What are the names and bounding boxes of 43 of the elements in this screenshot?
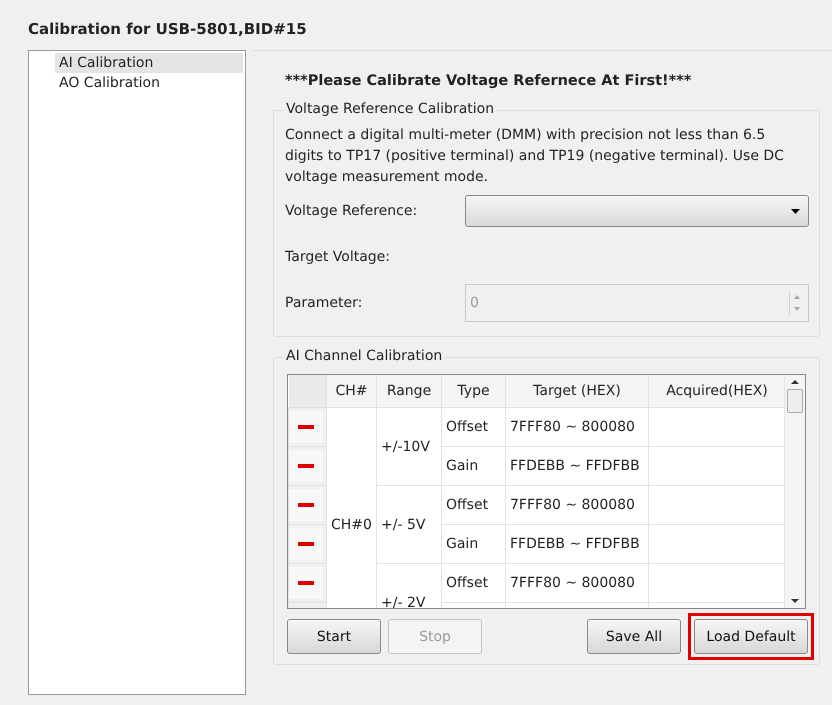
remove-button[interactable] (289, 450, 323, 482)
remove-button[interactable] (289, 411, 323, 443)
column-header[interactable]: Range (376, 375, 442, 408)
table-cell: Offset (442, 486, 506, 524)
minus-icon (298, 464, 314, 468)
action-button[interactable]: Start (287, 619, 381, 654)
table-cell: Gain (442, 524, 506, 564)
table-cell: FFDEBB ~ FFDFBB (506, 446, 648, 486)
sidebar-item[interactable]: AO Calibration (55, 73, 243, 93)
column-header[interactable]: Acquired(HEX) (648, 375, 784, 408)
instructions-text: Connect a digital multi-meter (DMM) with precision not less than 6.5 digits to TP17 (positive terminal) and TP19 (negative terminal). Use DC voltage measurement mode. (285, 126, 785, 187)
field-label: Target Voltage: (285, 249, 391, 265)
remove-button[interactable] (289, 567, 323, 599)
table-cell: Offset (442, 408, 506, 446)
column-header[interactable]: Type (442, 375, 506, 408)
table-cell: FFDEBB ~ FFDFBB (506, 524, 648, 564)
field-label: Parameter: (285, 295, 364, 311)
minus-icon (298, 542, 314, 546)
column-header[interactable]: Target (HEX) (506, 375, 648, 408)
table-cell: 7FFF80 ~ 800080 (506, 408, 648, 446)
table-cell: 7FFF80 ~ 800080 (506, 564, 648, 602)
column-header[interactable]: CH# (326, 375, 376, 408)
caret-icon (791, 208, 800, 214)
table-cell: Gain (442, 446, 506, 486)
table-cell: Offset (442, 564, 506, 602)
table-cell: +/-10V (376, 408, 442, 486)
scrollbar-thumb[interactable] (787, 389, 804, 413)
window-title: Calibration for USB-5801,BID#15 (28, 20, 308, 38)
action-button[interactable]: Save All (587, 619, 681, 654)
scrollbar[interactable] (784, 375, 805, 608)
minus-icon (298, 425, 314, 429)
table-cell: 7FFF80 ~ 800080 (506, 486, 648, 524)
minus-icon (298, 503, 314, 507)
sidebar-item[interactable]: AI Calibration (55, 53, 243, 73)
minus-icon (298, 581, 314, 585)
warning-heading: ***Please Calibrate Voltage Refernece At First!*** (285, 73, 692, 89)
action-button[interactable]: Load Default (694, 619, 808, 654)
voltage-reference-dropdown[interactable] (465, 195, 809, 227)
field-label: Voltage Reference: (285, 203, 418, 219)
remove-button[interactable] (289, 528, 323, 560)
remove-button[interactable] (289, 489, 323, 521)
group-title: Voltage Reference Calibration (284, 101, 496, 117)
table-cell: +/- 5V (376, 486, 442, 564)
